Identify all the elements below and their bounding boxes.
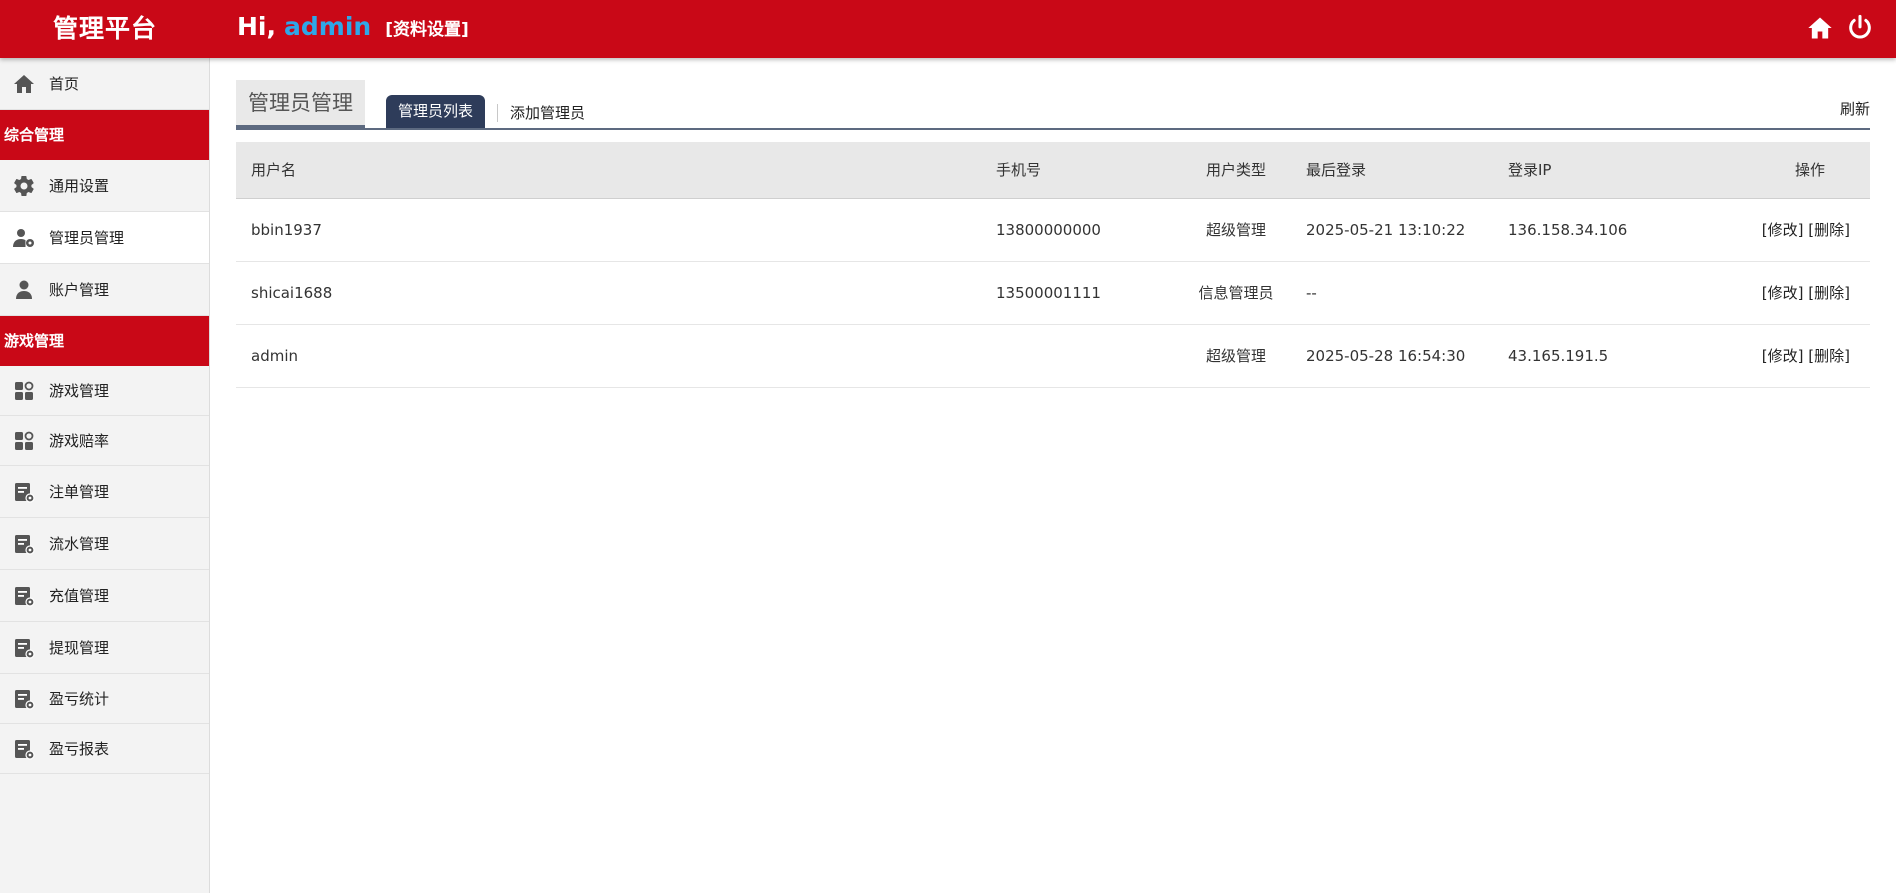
greeting-prefix: Hi, (237, 12, 276, 41)
sidebar-item-label: 流水管理 (49, 535, 110, 553)
col-last-login: 最后登录 (1291, 142, 1493, 199)
sidebar: 首页 综合管理 通用设置 管理员管理 账户管理 游戏管理 游戏管理 游戏赔率 注… (0, 58, 210, 893)
cell-login-ip: 43.165.191.5 (1493, 324, 1705, 388)
cell-phone: 13800000000 (981, 198, 1181, 262)
user-icon (0, 278, 48, 302)
sidebar-item-home[interactable]: 首页 (0, 58, 209, 110)
col-username: 用户名 (236, 142, 981, 199)
cell-login-ip (1493, 261, 1705, 325)
table-row: admin 超级管理 2025-05-28 16:54:30 43.165.19… (236, 324, 1870, 388)
cell-user-type: 信息管理员 (1181, 261, 1291, 325)
sidebar-item-game-odds[interactable]: 游戏赔率 (0, 416, 209, 466)
col-phone: 手机号 (981, 142, 1181, 199)
sidebar-item-admin-management[interactable]: 管理员管理 (0, 212, 209, 264)
page-title: 管理员管理 (236, 80, 365, 128)
edit-link[interactable]: [修改] (1762, 221, 1804, 239)
tab-bar: 管理员管理 管理员列表 添加管理员 刷新 (236, 80, 1870, 130)
form-icon (0, 737, 48, 761)
sidebar-item-withdraw-management[interactable]: 提现管理 (0, 622, 209, 674)
cell-actions: [修改] [删除] (1705, 198, 1870, 262)
user-gear-icon (0, 226, 48, 250)
sidebar-item-profit-stats[interactable]: 盈亏统计 (0, 674, 209, 724)
form-icon (0, 636, 48, 660)
cell-phone: 13500001111 (981, 261, 1181, 325)
sidebar-item-label: 通用设置 (49, 177, 110, 195)
cell-last-login: -- (1291, 261, 1493, 325)
sidebar-item-label: 游戏赔率 (49, 432, 110, 450)
sidebar-item-game-management[interactable]: 游戏管理 (0, 366, 209, 416)
sidebar-item-flow-management[interactable]: 流水管理 (0, 518, 209, 570)
table-header-row: 用户名 手机号 用户类型 最后登录 登录IP 操作 (236, 142, 1870, 199)
col-login-ip: 登录IP (1493, 142, 1705, 199)
sidebar-item-account-management[interactable]: 账户管理 (0, 264, 209, 316)
form-icon (0, 532, 48, 556)
cell-username: bbin1937 (236, 198, 981, 262)
cell-actions: [修改] [删除] (1705, 261, 1870, 325)
sidebar-item-label: 账户管理 (49, 281, 110, 299)
cell-username: shicai1688 (236, 261, 981, 325)
sidebar-item-label: 管理员管理 (49, 229, 125, 247)
home-icon (0, 72, 48, 96)
tab-divider (497, 104, 498, 122)
home-icon[interactable] (1806, 14, 1834, 42)
sidebar-item-label: 盈亏统计 (49, 690, 110, 708)
cell-login-ip: 136.158.34.106 (1493, 198, 1705, 262)
cell-last-login: 2025-05-28 16:54:30 (1291, 324, 1493, 388)
cell-username: admin (236, 324, 981, 388)
profile-settings-link[interactable]: [资料设置] (385, 15, 469, 40)
brand-title: 管理平台 (52, 14, 157, 43)
cell-phone (981, 324, 1181, 388)
delete-link[interactable]: [删除] (1808, 284, 1850, 302)
main-content: 管理员管理 管理员列表 添加管理员 刷新 用户名 手机号 用户类型 最后登录 登… (236, 80, 1870, 388)
sidebar-group-general: 综合管理 (0, 110, 209, 160)
sidebar-item-label: 提现管理 (49, 639, 110, 657)
edit-link[interactable]: [修改] (1762, 284, 1804, 302)
sidebar-item-label: 充值管理 (49, 587, 110, 605)
sidebar-group-game: 游戏管理 (0, 316, 209, 366)
refresh-button[interactable]: 刷新 (1840, 98, 1870, 119)
col-user-type: 用户类型 (1181, 142, 1291, 199)
apps-icon (0, 429, 48, 453)
greeting: Hi, admin [资料设置] (237, 12, 469, 46)
cell-actions: [修改] [删除] (1705, 324, 1870, 388)
cell-last-login: 2025-05-21 13:10:22 (1291, 198, 1493, 262)
header-actions (1806, 14, 1874, 42)
tab-admin-list[interactable]: 管理员列表 (386, 95, 486, 128)
cell-user-type: 超级管理 (1181, 198, 1291, 262)
sidebar-item-bet-management[interactable]: 注单管理 (0, 466, 209, 518)
delete-link[interactable]: [删除] (1808, 347, 1850, 365)
current-username: admin (284, 12, 372, 41)
sidebar-item-label: 游戏管理 (49, 382, 110, 400)
top-header: 管理平台 Hi, admin [资料设置] (0, 0, 1896, 58)
form-icon (0, 584, 48, 608)
power-icon[interactable] (1846, 14, 1874, 42)
table-row: bbin1937 13800000000 超级管理 2025-05-21 13:… (236, 198, 1870, 262)
edit-link[interactable]: [修改] (1762, 347, 1804, 365)
form-icon (0, 480, 48, 504)
sidebar-item-label: 首页 (49, 75, 80, 93)
sidebar-item-recharge-management[interactable]: 充值管理 (0, 570, 209, 622)
sidebar-item-general-settings[interactable]: 通用设置 (0, 160, 209, 212)
sidebar-item-label: 注单管理 (49, 483, 110, 501)
sidebar-item-profit-report[interactable]: 盈亏报表 (0, 724, 209, 774)
cell-user-type: 超级管理 (1181, 324, 1291, 388)
table-row: shicai1688 13500001111 信息管理员 -- [修改] [删除… (236, 261, 1870, 325)
apps-icon (0, 379, 48, 403)
gear-icon (0, 174, 48, 198)
form-icon (0, 687, 48, 711)
delete-link[interactable]: [删除] (1808, 221, 1850, 239)
admin-table: 用户名 手机号 用户类型 最后登录 登录IP 操作 bbin1937 13800… (236, 142, 1870, 388)
tab-add-admin[interactable]: 添加管理员 (510, 102, 585, 123)
sidebar-item-label: 盈亏报表 (49, 740, 110, 758)
col-actions: 操作 (1705, 142, 1870, 199)
